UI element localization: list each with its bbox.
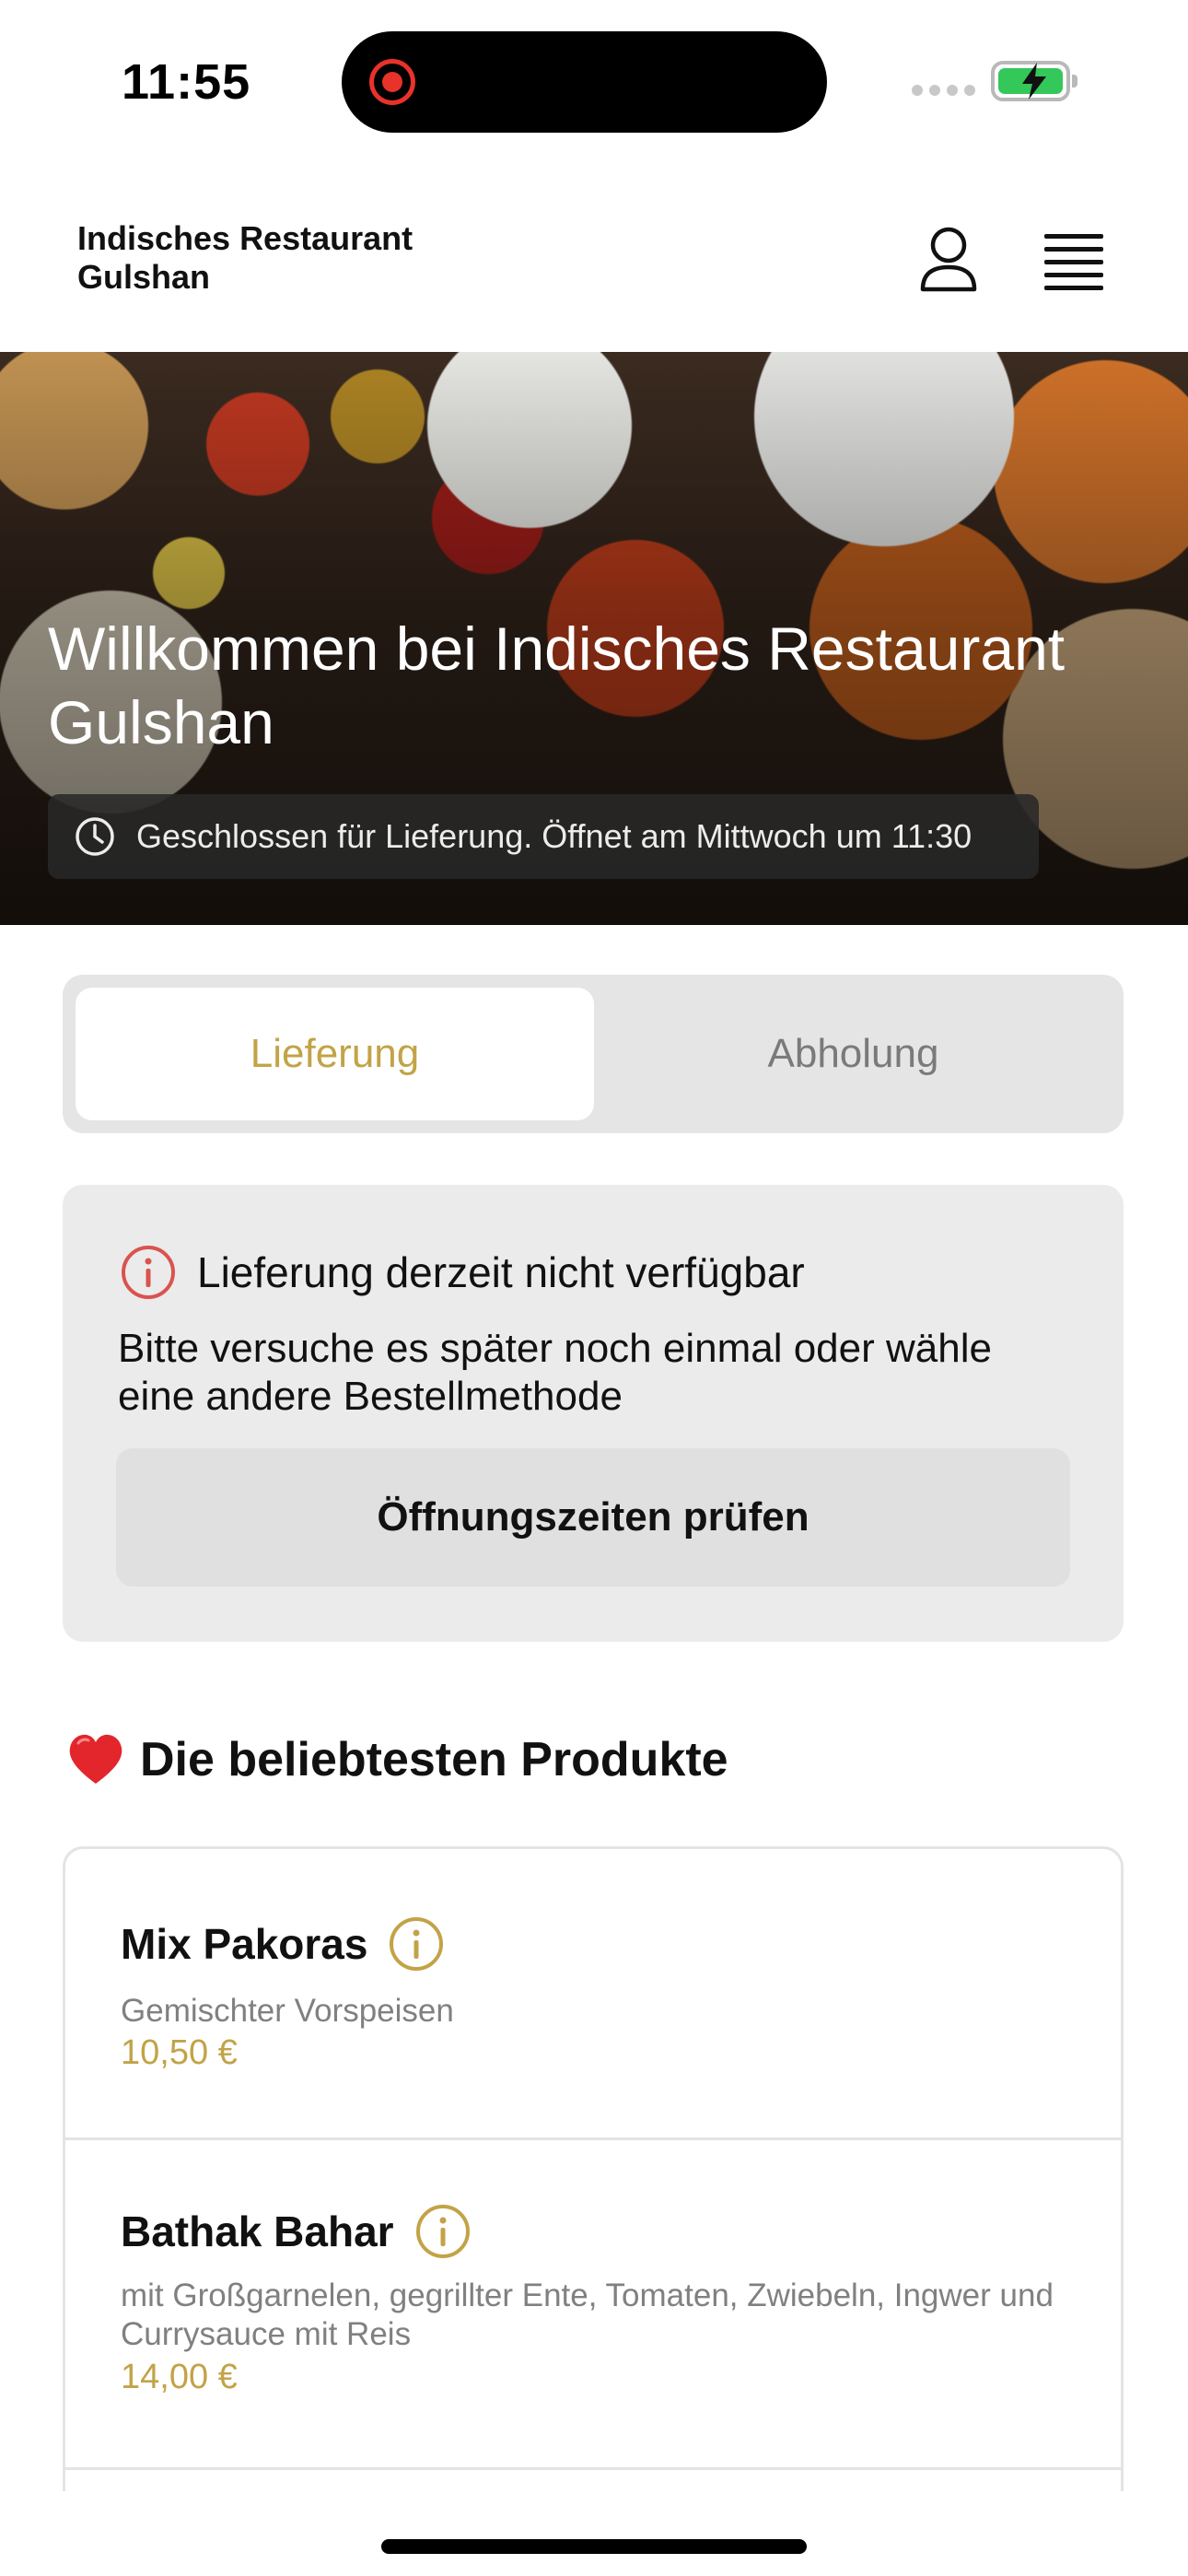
delivery-status-text: Geschlossen für Lieferung. Öffnet am Mit… [136, 817, 973, 855]
alert-message: Bitte versuche es später noch einmal ode… [118, 1326, 992, 1419]
account-button[interactable] [912, 223, 985, 297]
info-circle-icon[interactable] [388, 1915, 445, 1973]
delivery-status-notice: Geschlossen für Lieferung. Öffnet am Mit… [48, 794, 1039, 879]
hero-title-line1: Willkommen bei Indisches Restaurant [48, 615, 1066, 683]
product-price: 10,50 € [121, 2033, 238, 2072]
restaurant-name-line2: Gulshan [77, 258, 211, 296]
alert-header: Lieferung derzeit nicht verfügbar [120, 1244, 805, 1301]
popular-products-heading: Die beliebtesten Produkte [66, 1732, 728, 1787]
hero-banner: Willkommen bei Indisches Restaurant Guls… [0, 352, 1188, 925]
alert-title: Lieferung derzeit nicht verfügbar [197, 1248, 805, 1296]
product-name-row: Mix Pakoras [121, 1915, 445, 1973]
check-opening-hours-button[interactable]: Öffnungszeiten prüfen [116, 1448, 1070, 1587]
product-description: mit Großgarnelen, gegrillter Ente, Tomat… [121, 2277, 1054, 2352]
order-mode-toggle: Lieferung Abholung [63, 975, 1124, 1133]
app-header: Indisches Restaurant Gulshan [0, 157, 1188, 352]
tab-delivery[interactable]: Lieferung [76, 988, 594, 1120]
info-circle-icon[interactable] [414, 2203, 472, 2260]
cellular-signal-icon [912, 85, 975, 96]
delivery-unavailable-card: Lieferung derzeit nicht verfügbar Bitte … [63, 1185, 1124, 1642]
hamburger-menu-icon [1039, 228, 1109, 290]
user-icon [920, 227, 977, 292]
product-name-row: Bathak Bahar [121, 2203, 472, 2260]
product-price: 14,00 € [121, 2358, 238, 2396]
hamburger-menu-button[interactable] [1039, 228, 1109, 293]
product-name: Mix Pakoras [121, 1920, 368, 1968]
product-card-mix-pakoras[interactable]: Mix Pakoras Gemischter Vorspeisen 10,50 … [65, 1849, 1121, 2140]
dynamic-island [342, 31, 827, 133]
home-indicator[interactable] [381, 2539, 807, 2554]
restaurant-name[interactable]: Indisches Restaurant Gulshan [77, 219, 501, 297]
product-card-bathak-bahar[interactable]: Bathak Bahar mit Großgarnelen, gegrillte… [65, 2140, 1121, 2470]
tab-pickup[interactable]: Abholung [594, 988, 1112, 1120]
app-screen: 11:55 Indisches Restaurant Gulshan Willk… [0, 0, 1188, 2576]
battery-charging-icon [991, 61, 1077, 101]
hero-title-line2: Gulshan [48, 688, 274, 756]
product-name: Bathak Bahar [121, 2207, 394, 2255]
popular-products-list: Mix Pakoras Gemischter Vorspeisen 10,50 … [63, 1846, 1124, 2491]
hero-title: Willkommen bei Indisches Restaurant Guls… [48, 612, 1153, 759]
clock-icon [76, 817, 114, 856]
product-description: Gemischter Vorspeisen [121, 1993, 454, 2029]
info-circle-icon [122, 1246, 175, 1299]
heart-icon [69, 1734, 122, 1784]
status-time: 11:55 [122, 54, 251, 110]
status-bar: 11:55 [0, 0, 1188, 157]
recording-indicator-icon [369, 59, 415, 105]
popular-products-title: Die beliebtesten Produkte [140, 1733, 728, 1786]
restaurant-name-line1: Indisches Restaurant [77, 219, 413, 257]
